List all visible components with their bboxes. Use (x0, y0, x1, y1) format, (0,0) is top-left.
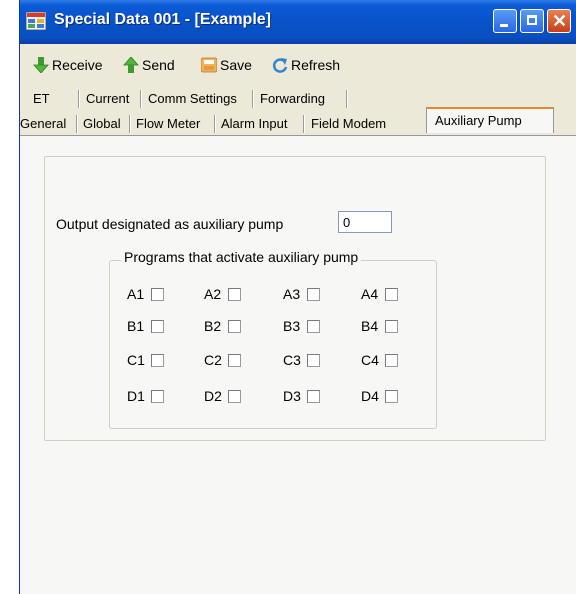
programs-legend: Programs that activate auxiliary pump (121, 249, 362, 265)
tab-separator (346, 90, 348, 108)
save-button[interactable]: Save (201, 56, 252, 74)
program-c1-checkbox[interactable]: C1 (127, 352, 164, 368)
tab-flow-meter[interactable]: Flow Meter (136, 114, 200, 134)
send-button[interactable]: Send (123, 56, 175, 74)
program-b3-checkbox[interactable]: B3 (283, 318, 320, 334)
checkbox-box[interactable] (228, 319, 241, 333)
checkbox-box[interactable] (307, 389, 320, 403)
program-label: C2 (204, 352, 222, 368)
program-label: D4 (361, 388, 379, 404)
checkbox-box[interactable] (228, 389, 241, 403)
program-label: B1 (127, 318, 145, 334)
program-label: A1 (127, 286, 145, 302)
tab-row-upper: ET Current Comm Settings Forwarding (20, 87, 576, 109)
checkbox-box[interactable] (307, 353, 320, 367)
program-label: B3 (283, 318, 301, 334)
program-b1-checkbox[interactable]: B1 (127, 318, 164, 334)
program-a3-checkbox[interactable]: A3 (283, 286, 320, 302)
tab-comm-settings[interactable]: Comm Settings (148, 89, 237, 109)
program-label: C1 (127, 352, 145, 368)
maximize-button[interactable] (520, 9, 544, 33)
checkbox-box[interactable] (385, 389, 398, 403)
tab-separator (129, 115, 131, 133)
tab-separator (303, 115, 305, 133)
program-label: D1 (127, 388, 145, 404)
auxiliary-pump-panel: Output designated as auxiliary pump Prog… (20, 135, 576, 594)
output-label: Output designated as auxiliary pump (56, 216, 284, 232)
checkbox-box[interactable] (151, 389, 164, 403)
program-c4-checkbox[interactable]: C4 (361, 352, 398, 368)
tab-alarm-input[interactable]: Alarm Input (221, 114, 287, 134)
checkbox-box[interactable] (385, 287, 398, 301)
refresh-label: Refresh (291, 57, 341, 73)
program-label: D3 (283, 388, 301, 404)
tab-separator (252, 90, 254, 108)
program-label: B4 (361, 318, 379, 334)
close-icon: ✕ (552, 11, 568, 31)
tab-separator (214, 115, 216, 133)
receive-button[interactable]: Receive (33, 56, 103, 74)
tab-forwarding[interactable]: Forwarding (260, 89, 325, 109)
refresh-button[interactable]: Refresh (272, 56, 340, 74)
program-label: A4 (361, 286, 379, 302)
checkbox-box[interactable] (385, 353, 398, 367)
checkbox-box[interactable] (151, 287, 164, 301)
checkbox-box[interactable] (307, 287, 320, 301)
program-a1-checkbox[interactable]: A1 (127, 286, 164, 302)
save-disk-icon (201, 57, 217, 73)
program-label: C3 (283, 352, 301, 368)
refresh-icon (272, 58, 288, 73)
program-d3-checkbox[interactable]: D3 (283, 388, 320, 404)
program-b4-checkbox[interactable]: B4 (361, 318, 398, 334)
program-label: B2 (204, 318, 222, 334)
program-d1-checkbox[interactable]: D1 (127, 388, 164, 404)
program-a2-checkbox[interactable]: A2 (204, 286, 241, 302)
tab-row-lower: General Global Flow Meter Alarm Input Fi… (20, 107, 576, 134)
app-window: Special Data 001 - [Example] ✕ Receive S… (19, 0, 576, 594)
tab-et[interactable]: ET (33, 89, 50, 109)
checkbox-box[interactable] (228, 353, 241, 367)
program-label: D2 (204, 388, 222, 404)
checkbox-box[interactable] (151, 319, 164, 333)
checkbox-box[interactable] (228, 287, 241, 301)
toolbar: Receive Send Save Refresh (20, 44, 576, 80)
tab-general[interactable]: General (20, 114, 66, 134)
program-label: A2 (204, 286, 222, 302)
window-title: Special Data 001 - [Example] (54, 11, 271, 28)
receive-label: Receive (52, 57, 103, 73)
arrow-down-icon (33, 57, 49, 73)
arrow-up-icon (123, 57, 139, 73)
program-label: C4 (361, 352, 379, 368)
output-field[interactable] (338, 211, 392, 233)
checkbox-box[interactable] (385, 319, 398, 333)
program-a4-checkbox[interactable]: A4 (361, 286, 398, 302)
program-c3-checkbox[interactable]: C3 (283, 352, 320, 368)
send-label: Send (142, 57, 175, 73)
save-label: Save (220, 57, 252, 73)
tab-separator (76, 115, 78, 133)
program-b2-checkbox[interactable]: B2 (204, 318, 241, 334)
checkbox-box[interactable] (151, 353, 164, 367)
tab-separator (78, 90, 80, 108)
tab-global[interactable]: Global (83, 114, 121, 134)
title-bar[interactable]: Special Data 001 - [Example] ✕ (20, 0, 576, 44)
checkbox-box[interactable] (307, 319, 320, 333)
program-d4-checkbox[interactable]: D4 (361, 388, 398, 404)
minimize-button[interactable] (493, 9, 517, 33)
program-c2-checkbox[interactable]: C2 (204, 352, 241, 368)
tab-field-modem[interactable]: Field Modem (311, 114, 386, 134)
close-button[interactable]: ✕ (547, 9, 571, 33)
tab-auxiliary-pump[interactable]: Auxiliary Pump (426, 107, 554, 133)
program-label: A3 (283, 286, 301, 302)
program-d2-checkbox[interactable]: D2 (204, 388, 241, 404)
tab-current[interactable]: Current (86, 89, 129, 109)
tab-separator (140, 90, 142, 108)
window-grid-icon (26, 12, 46, 30)
